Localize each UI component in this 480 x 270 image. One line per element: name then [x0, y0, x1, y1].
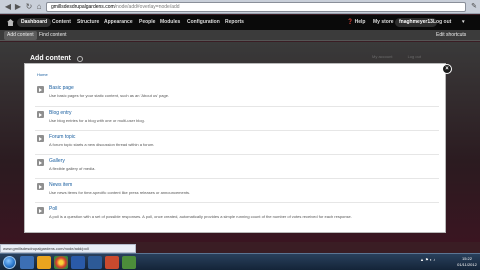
start-button-icon[interactable]: [3, 256, 16, 269]
forward-icon[interactable]: ▶: [13, 2, 23, 12]
help-label: Help: [354, 19, 366, 25]
home-browser-icon[interactable]: ⌂: [34, 2, 44, 12]
folder-icon[interactable]: [37, 256, 51, 269]
toolbar-people[interactable]: People: [139, 15, 155, 30]
arrow-icon: [37, 159, 44, 166]
content-type-description: Use blog entries for a blog with one or …: [49, 118, 145, 123]
system-tray: ▲ ⚑ ◐ ♪: [420, 257, 436, 262]
add-content-panel: Home Basic page Use basic pages for your…: [24, 63, 446, 233]
help-icon: ❓: [347, 19, 354, 25]
breadcrumb[interactable]: Home: [37, 72, 48, 77]
content-type-title[interactable]: Poll: [49, 206, 57, 212]
content-type-title[interactable]: Basic page: [49, 85, 74, 91]
app-icon-3[interactable]: [122, 256, 136, 269]
toolbar-dashboard[interactable]: Dashboard: [17, 18, 52, 27]
user-link[interactable]: fnaghmeyer13: [395, 18, 437, 27]
content-type-title[interactable]: News item: [49, 182, 72, 188]
logout-link[interactable]: Log out: [433, 15, 451, 30]
word-icon[interactable]: [71, 256, 85, 269]
reload-icon[interactable]: ↻: [24, 2, 34, 12]
address-bar[interactable]: gmillsdesdrupalgardens.com/node/add#over…: [46, 2, 466, 12]
app-icon-2[interactable]: [105, 256, 119, 269]
back-icon[interactable]: ◀: [3, 2, 13, 12]
content-type-description: Use news items for time-specific content…: [49, 190, 191, 195]
app-icon[interactable]: [88, 256, 102, 269]
clock-date: 01/11/2012: [457, 262, 477, 267]
toolbar-toggle-icon[interactable]: ▾: [462, 15, 465, 30]
list-item[interactable]: Basic page Use basic pages for your stat…: [35, 82, 439, 106]
admin-toolbar: Dashboard Content Structure Appearance P…: [0, 15, 480, 30]
toolbar-appearance[interactable]: Appearance: [104, 15, 133, 30]
overlay-title: Add content: [30, 55, 71, 62]
shortcut-bar: Add content Find content Edit shortcuts: [0, 30, 480, 41]
toolbar-modules[interactable]: Modules: [160, 15, 180, 30]
taskbar: ▲ ⚑ ◐ ♪ 15:22 01/11/2012: [0, 253, 480, 270]
browser-chrome: ◀ ▶ ↻ ⌂ gmillsdesdrupalgardens.com/node/…: [0, 0, 480, 14]
arrow-icon: [37, 111, 44, 118]
status-bar-url: www.gmillsdesdrupalgardens.com/node/add/…: [0, 244, 136, 253]
content-type-description: A forum topic starts a new discussion th…: [49, 142, 155, 147]
url-host: gmillsdesdrupalgardens.com: [51, 4, 115, 10]
list-item[interactable]: Gallery A flexible gallery of media.: [35, 154, 439, 178]
toolbar-reports[interactable]: Reports: [225, 15, 244, 30]
content-type-description: A flexible gallery of media.: [49, 166, 96, 171]
my-account-link[interactable]: My account: [372, 54, 392, 59]
toolbar-configuration[interactable]: Configuration: [187, 15, 220, 30]
content-type-description: A poll is a question with a set of possi…: [49, 214, 352, 219]
shortcut-add-content[interactable]: Add content: [4, 31, 37, 40]
home-icon[interactable]: [7, 19, 14, 26]
wrench-icon[interactable]: ✎: [470, 2, 478, 12]
content-type-title[interactable]: Gallery: [49, 158, 65, 164]
my-store-link[interactable]: My store: [373, 15, 394, 30]
edit-shortcuts-link[interactable]: Edit shortcuts: [433, 31, 469, 40]
toolbar-content[interactable]: Content: [52, 15, 71, 30]
chrome-icon[interactable]: [54, 256, 68, 269]
list-item[interactable]: News item Use news items for time-specif…: [35, 178, 439, 202]
list-item[interactable]: Forum topic A forum topic starts a new d…: [35, 130, 439, 154]
account-links: My account Log out: [372, 54, 435, 59]
arrow-icon: [37, 183, 44, 190]
arrow-icon: [37, 135, 44, 142]
content-type-list: Basic page Use basic pages for your stat…: [35, 82, 439, 226]
content-type-description: Use basic pages for your static content,…: [49, 93, 170, 98]
shortcut-find-content[interactable]: Find content: [36, 31, 70, 40]
list-item[interactable]: Poll A poll is a question with a set of …: [35, 202, 439, 226]
close-icon[interactable]: ×: [442, 64, 452, 74]
clock[interactable]: 15:22 01/11/2012: [456, 256, 478, 268]
gear-icon[interactable]: [77, 56, 83, 62]
toolbar-structure[interactable]: Structure: [77, 15, 99, 30]
content-type-title[interactable]: Forum topic: [49, 134, 75, 140]
content-type-title[interactable]: Blog entry: [49, 110, 72, 116]
list-item[interactable]: Blog entry Use blog entries for a blog w…: [35, 106, 439, 130]
help-link[interactable]: ❓ Help: [347, 15, 365, 30]
logout-faint-link[interactable]: Log out: [408, 54, 421, 59]
arrow-icon: [37, 207, 44, 214]
arrow-icon: [37, 86, 44, 93]
url-path: /node/add#overlay=node/add: [114, 4, 180, 10]
explorer-icon[interactable]: [20, 256, 34, 269]
